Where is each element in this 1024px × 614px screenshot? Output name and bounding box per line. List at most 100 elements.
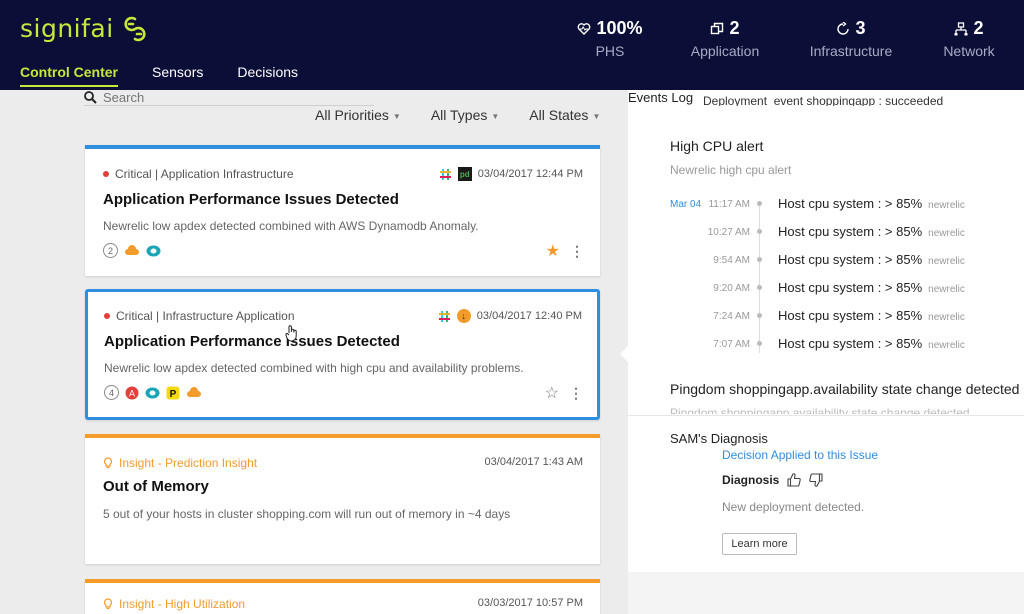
lightbulb-icon bbox=[104, 457, 112, 469]
timeline-message-text: Host cpu system : > 85% bbox=[778, 252, 923, 267]
timeline-message: Host cpu system : > 85% newrelic bbox=[778, 308, 965, 323]
card-category: Insight - High Utilization bbox=[119, 597, 246, 611]
application-label: Application bbox=[690, 43, 760, 59]
top-header: signifai Control Center Sensors Decision… bbox=[0, 0, 1024, 90]
timeline-source: newrelic bbox=[928, 340, 965, 351]
timeline-dot bbox=[757, 257, 762, 262]
star-outline-icon[interactable]: ☆ bbox=[545, 383, 559, 403]
metric-infrastructure[interactable]: 3 Infrastructure bbox=[806, 18, 896, 59]
alert-title: High CPU alert bbox=[670, 138, 764, 154]
metric-application[interactable]: 2 Application bbox=[685, 18, 765, 59]
timeline-row: 9:20 AM Host cpu system : > 85% newrelic bbox=[628, 279, 1024, 299]
card-title: Application Performance Issues Detected bbox=[104, 333, 400, 350]
timeline-row: Mar 04 11:17 AM Host cpu system : > 85% n… bbox=[628, 195, 1024, 215]
timeline-source: newrelic bbox=[928, 284, 965, 295]
newrelic-icon bbox=[146, 245, 161, 256]
metric-network[interactable]: 2 Network bbox=[938, 18, 1000, 59]
card-meta: Critical | Application Infrastructure bbox=[103, 167, 294, 181]
issue-card[interactable]: Critical | Application Infrastructure pd… bbox=[85, 145, 600, 276]
card-date: 03/04/2017 1:43 AM bbox=[484, 456, 583, 468]
decision-link[interactable]: Decision Applied to this Issue bbox=[722, 448, 878, 462]
timeline-time: 9:20 AM bbox=[713, 283, 750, 294]
newrelic-icon bbox=[145, 387, 160, 398]
pagerduty-icon: pd bbox=[457, 167, 472, 181]
learn-more-button[interactable]: Learn more bbox=[722, 533, 797, 555]
timeline-message-text: Host cpu system : > 85% bbox=[778, 196, 923, 211]
diagnosis-label: Diagnosis bbox=[722, 473, 780, 487]
nav-sensors[interactable]: Sensors bbox=[152, 64, 203, 87]
card-description: Newrelic low apdex detected combined wit… bbox=[103, 219, 479, 233]
timeline-time: 9:54 AM bbox=[713, 255, 750, 266]
timeline-dot bbox=[757, 201, 762, 206]
insight-card[interactable]: Insight - High Utilization 03/03/2017 10… bbox=[85, 579, 600, 614]
card-category: Critical | Application Infrastructure bbox=[115, 167, 294, 181]
phs-label: PHS bbox=[595, 43, 625, 59]
metric-phs[interactable]: 100% PHS bbox=[570, 18, 650, 59]
issues-panel: All Priorities▼ All Types▼ All States▼ C… bbox=[0, 90, 628, 614]
star-filled-icon[interactable]: ★ bbox=[546, 241, 560, 261]
card-meta: Critical | Infrastructure Application bbox=[104, 309, 295, 323]
lightbulb-icon bbox=[104, 598, 112, 610]
type-filter[interactable]: All Types ▼ bbox=[431, 107, 499, 123]
timeline-dot bbox=[757, 229, 762, 234]
timeline-message: Host cpu system : > 85% newrelic bbox=[778, 280, 965, 295]
network-label: Network bbox=[943, 43, 995, 59]
issue-card-selected[interactable]: Critical | Infrastructure Application ↓ … bbox=[85, 289, 600, 420]
priority-filter[interactable]: All Priorities ▼ bbox=[315, 107, 401, 123]
diagnosis-label-row: Diagnosis bbox=[722, 473, 823, 487]
chevron-down-icon: ▼ bbox=[392, 111, 401, 121]
logo[interactable]: signifai bbox=[20, 14, 148, 43]
nav-control-center[interactable]: Control Center bbox=[20, 64, 118, 87]
events-log-label: Events Log bbox=[628, 90, 694, 105]
application-value: 2 bbox=[729, 18, 740, 38]
more-options-icon[interactable]: ⋮ bbox=[569, 386, 583, 400]
chevron-down-icon: ▼ bbox=[592, 111, 601, 121]
network-icon bbox=[954, 21, 968, 35]
timeline-row: 7:24 AM Host cpu system : > 85% newrelic bbox=[628, 307, 1024, 327]
main-nav: Control Center Sensors Decisions bbox=[20, 64, 298, 87]
slack-icon bbox=[439, 168, 451, 180]
pingdom-event-subtitle: Pingdom shoppingapp.availability state c… bbox=[670, 406, 970, 414]
svg-text:P: P bbox=[170, 389, 177, 400]
filter-bar: All Priorities ▼ All Types ▼ All States ▼ bbox=[315, 107, 600, 123]
search-input[interactable] bbox=[103, 90, 343, 105]
timeline-source: newrelic bbox=[928, 200, 965, 211]
chevron-down-icon: ▼ bbox=[491, 111, 500, 121]
card-date-row: 03/04/2017 1:43 AM bbox=[485, 456, 583, 468]
event-count-badge: 4 bbox=[104, 385, 119, 400]
detail-panel: Events Log Deployment_event shoppingapp … bbox=[628, 90, 1024, 614]
card-description: Newrelic low apdex detected combined wit… bbox=[104, 361, 524, 375]
pingdom-icon: P bbox=[166, 386, 180, 400]
timeline-source: newrelic bbox=[928, 256, 965, 267]
events-truncated-text: Deployment_event shoppingapp : succeeded bbox=[703, 94, 944, 106]
thumbs-up-icon[interactable] bbox=[787, 473, 802, 487]
timeline-date: Mar 04 bbox=[670, 199, 702, 210]
card-title: Out of Memory bbox=[103, 478, 209, 495]
search-icon bbox=[84, 91, 97, 104]
card-description: 5 out of your hosts in cluster shopping.… bbox=[103, 507, 511, 521]
card-source-icons: 2 bbox=[103, 243, 161, 258]
thumbs-down-icon[interactable] bbox=[809, 473, 823, 487]
timeline-dot bbox=[757, 341, 762, 346]
logo-mark-icon bbox=[124, 16, 146, 41]
diagnosis-text: New deployment detected. bbox=[722, 500, 865, 514]
card-date: 03/03/2017 10:57 PM bbox=[477, 597, 583, 609]
aws-cloud-icon bbox=[125, 244, 139, 255]
phs-value: 100% bbox=[596, 18, 643, 38]
cycle-icon bbox=[837, 21, 850, 35]
insight-card[interactable]: Insight - Prediction Insight 03/04/2017 … bbox=[85, 434, 600, 564]
appdynamics-icon: A bbox=[125, 386, 139, 399]
timeline-message-text: Host cpu system : > 85% bbox=[778, 224, 923, 239]
nav-decisions[interactable]: Decisions bbox=[237, 64, 298, 87]
aws-cloud-icon bbox=[187, 386, 201, 397]
state-filter[interactable]: All States ▼ bbox=[529, 107, 600, 123]
timeline-time: 7:24 AM bbox=[713, 311, 750, 322]
timeline-message: Host cpu system : > 85% newrelic bbox=[778, 224, 965, 239]
priority-filter-label: All Priorities bbox=[315, 107, 389, 123]
timeline-time: 10:27 AM bbox=[707, 227, 750, 238]
pingdom-event-title: Pingdom shoppingapp.availability state c… bbox=[670, 381, 1020, 397]
timeline-time: 7:07 AM bbox=[713, 339, 750, 350]
state-filter-label: All States bbox=[529, 107, 589, 123]
critical-dot-icon bbox=[103, 171, 109, 177]
more-options-icon[interactable]: ⋮ bbox=[570, 244, 584, 258]
